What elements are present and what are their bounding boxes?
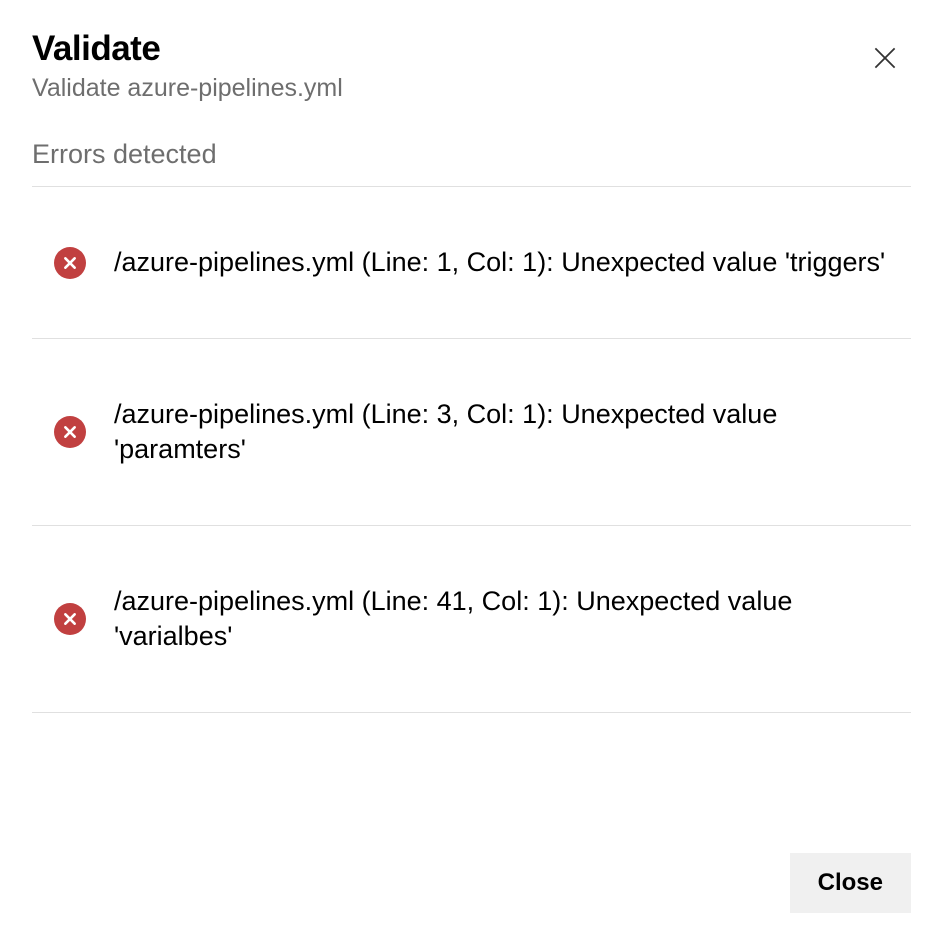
page-subtitle: Validate azure-pipelines.yml [32, 74, 343, 103]
error-item: /azure-pipelines.yml (Line: 1, Col: 1): … [32, 187, 911, 339]
close-button[interactable]: Close [790, 853, 911, 913]
error-circle-icon [54, 603, 86, 635]
error-circle-icon [54, 416, 86, 448]
error-message: /azure-pipelines.yml (Line: 41, Col: 1):… [114, 584, 889, 654]
error-list: /azure-pipelines.yml (Line: 1, Col: 1): … [32, 187, 911, 713]
close-icon[interactable] [871, 44, 899, 72]
error-item: /azure-pipelines.yml (Line: 3, Col: 1): … [32, 339, 911, 526]
header-text: Validate Validate azure-pipelines.yml [32, 28, 343, 103]
dialog-footer: Close [790, 853, 911, 913]
status-label: Errors detected [32, 139, 911, 187]
page-title: Validate [32, 28, 343, 70]
dialog-header: Validate Validate azure-pipelines.yml [32, 28, 911, 103]
error-message: /azure-pipelines.yml (Line: 3, Col: 1): … [114, 397, 889, 467]
error-circle-icon [54, 247, 86, 279]
error-item: /azure-pipelines.yml (Line: 41, Col: 1):… [32, 526, 911, 713]
error-message: /azure-pipelines.yml (Line: 1, Col: 1): … [114, 245, 885, 280]
